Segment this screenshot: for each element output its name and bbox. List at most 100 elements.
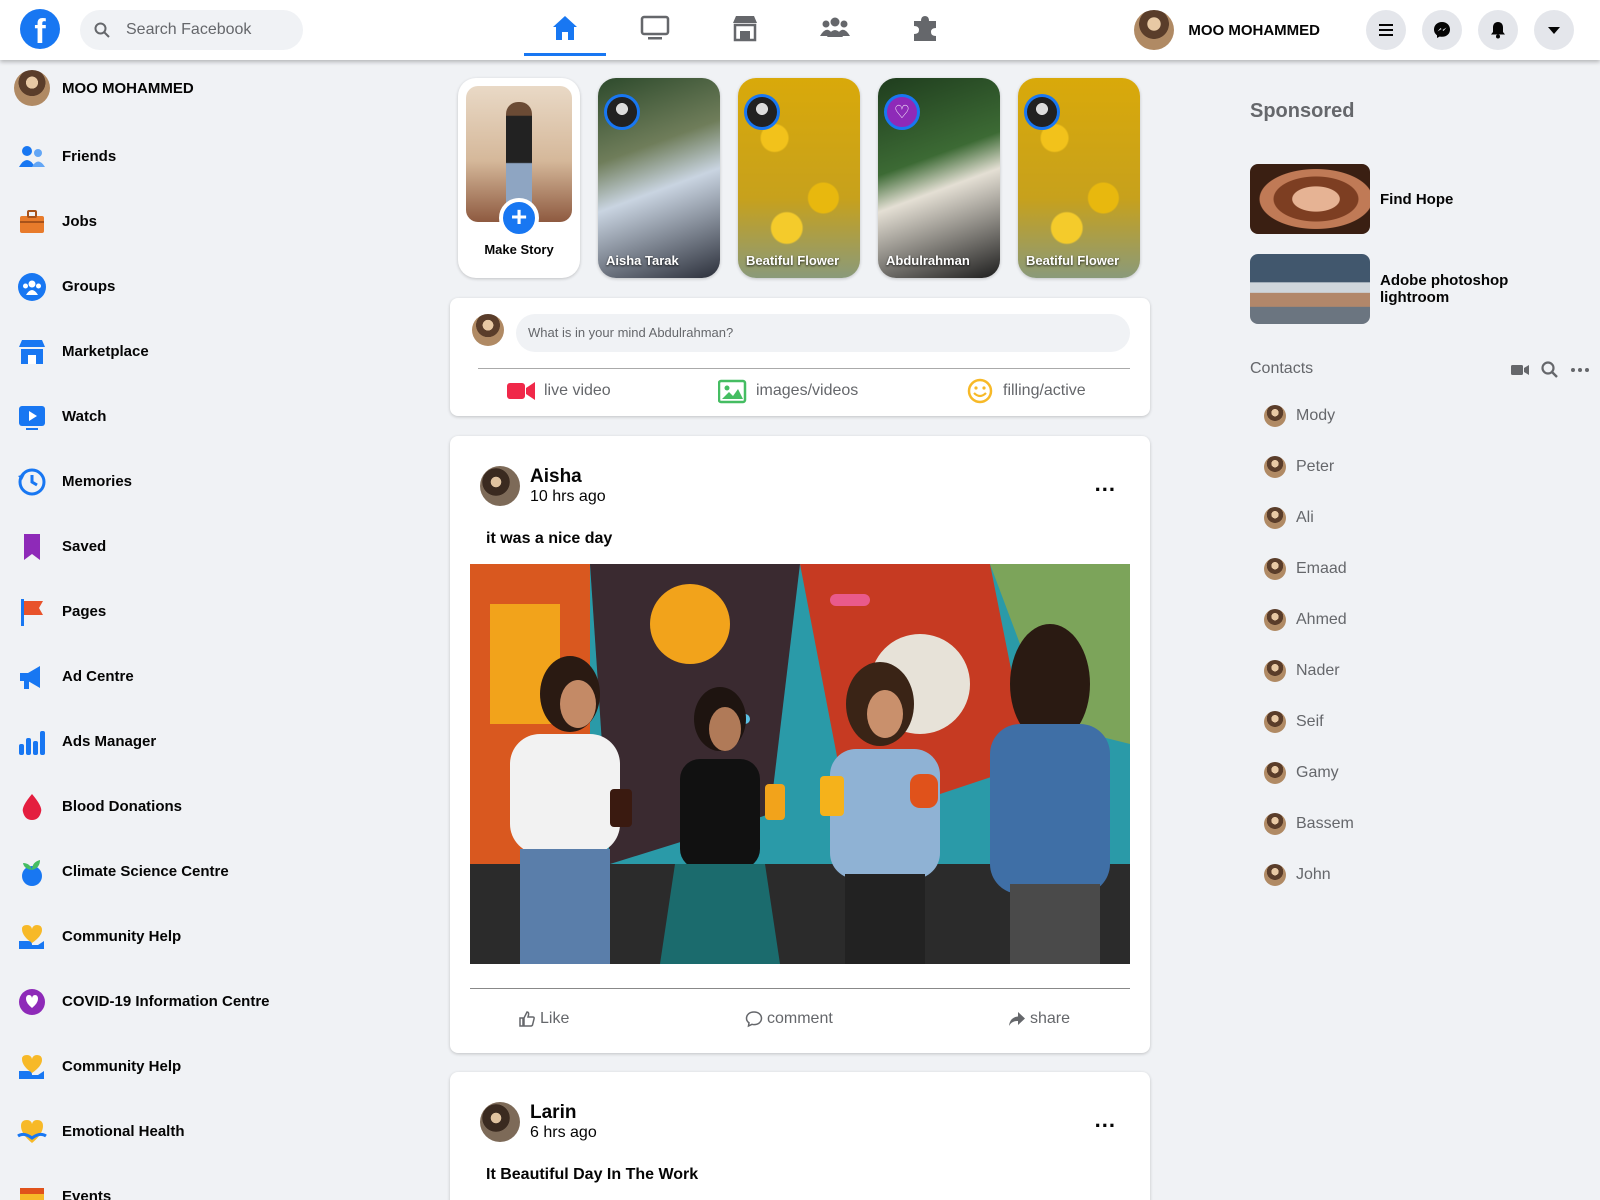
sidebar-item-covid-19-information-centre[interactable]: COVID-19 Information Centre: [16, 969, 270, 1034]
menu-icon: [1379, 24, 1393, 36]
feeling-activity-button[interactable]: filling/active: [965, 378, 1086, 404]
contacts-options-button[interactable]: [1570, 360, 1590, 380]
sidebar-item-community-help[interactable]: Community Help: [16, 1034, 270, 1099]
sidebar-item-blood-donations[interactable]: Blood Donations: [16, 774, 270, 839]
composer-actions: live video images/videos filling/active: [450, 378, 1150, 412]
post-card: Aisha 10 hrs ago ... it was a nice day L…: [450, 436, 1150, 1053]
avatar: [1264, 608, 1286, 631]
notifications-button[interactable]: [1478, 10, 1518, 50]
video-call-button[interactable]: [1510, 360, 1530, 380]
contact-item[interactable]: Ahmed: [1264, 594, 1354, 645]
profile-link[interactable]: MOO MOHAMMED: [1134, 10, 1320, 50]
sponsored-ad[interactable]: Adobe photoshop lightroom: [1250, 254, 1530, 324]
avatar: [1264, 863, 1286, 886]
like-button[interactable]: Like: [518, 1010, 569, 1028]
avatar[interactable]: [480, 1102, 520, 1142]
contact-item[interactable]: Ali: [1264, 492, 1354, 543]
store-icon: [733, 16, 757, 42]
plus-icon[interactable]: +: [499, 198, 539, 238]
sidebar-item-label: Memories: [62, 473, 133, 490]
bell-icon: [1491, 22, 1505, 39]
sidebar-item-community-help[interactable]: Community Help: [16, 904, 270, 969]
contacts-search-button[interactable]: [1540, 360, 1560, 380]
sidebar-item-events[interactable]: Events: [16, 1164, 270, 1200]
messenger-button[interactable]: [1422, 10, 1462, 50]
tab-groups[interactable]: [790, 0, 880, 56]
contact-item[interactable]: Nader: [1264, 645, 1354, 696]
emotional-health-icon: [17, 1119, 47, 1143]
contact-name: Gamy: [1296, 763, 1339, 781]
contacts-header: Contacts: [1250, 360, 1590, 378]
contacts-title: Contacts: [1250, 360, 1314, 377]
sidebar-item-memories[interactable]: Memories: [16, 449, 270, 514]
sidebar-profile-name: MOO MOHAMMED: [62, 79, 194, 97]
sidebar-profile[interactable]: MOO MOHAMMED: [14, 70, 194, 106]
contact-item[interactable]: Bassem: [1264, 798, 1354, 849]
sidebar-item-label: Groups: [62, 278, 116, 295]
images-videos-button[interactable]: images/videos: [718, 378, 858, 404]
sidebar-item-ad-centre[interactable]: Ad Centre: [16, 644, 270, 709]
sponsored-ad[interactable]: Find Hope: [1250, 164, 1530, 234]
covid-icon: [19, 988, 45, 1015]
more-options-icon[interactable]: ...: [1095, 473, 1116, 495]
story-card[interactable]: Aisha Tarak: [598, 78, 720, 278]
tab-home[interactable]: [520, 0, 610, 56]
sidebar-item-groups[interactable]: Groups: [16, 254, 270, 319]
contact-item[interactable]: Seif: [1264, 696, 1354, 747]
post-image[interactable]: [470, 564, 1130, 964]
tab-marketplace[interactable]: [700, 0, 790, 56]
composer-input[interactable]: What is in your mind Abdulrahman?: [516, 314, 1130, 352]
sidebar-item-ads-manager[interactable]: Ads Manager: [16, 709, 270, 774]
share-button[interactable]: share: [1008, 1010, 1070, 1028]
contact-name: Bassem: [1296, 814, 1354, 832]
divider: [478, 368, 1130, 369]
contact-item[interactable]: Peter: [1264, 441, 1354, 492]
sidebar-item-friends[interactable]: Friends: [16, 124, 270, 189]
search-input[interactable]: [126, 21, 286, 39]
contact-item[interactable]: Emaad: [1264, 543, 1354, 594]
memories-icon: [18, 468, 46, 495]
menu-button[interactable]: [1366, 10, 1406, 50]
contact-list: Mody Peter Ali Emaad Ahmed Nader Seif Gamy Basse…: [1264, 390, 1354, 900]
contact-item[interactable]: Gamy: [1264, 747, 1354, 798]
groups-icon: [18, 272, 46, 301]
sidebar-item-icon: [16, 791, 48, 823]
tab-watch[interactable]: [610, 0, 700, 56]
story-card[interactable]: Beatiful Flower: [738, 78, 860, 278]
tab-gaming[interactable]: [880, 0, 970, 56]
make-story-card[interactable]: + Make Story: [458, 78, 580, 278]
sidebar-item-pages[interactable]: Pages: [16, 579, 270, 644]
comment-button[interactable]: comment: [745, 1010, 833, 1028]
ad-image: [1250, 164, 1370, 234]
story-card[interactable]: ♡ Abdulrahman: [878, 78, 1000, 278]
sidebar-item-climate-science-centre[interactable]: Climate Science Centre: [16, 839, 270, 904]
sidebar-item-marketplace[interactable]: Marketplace: [16, 319, 270, 384]
sidebar-item-jobs[interactable]: Jobs: [16, 189, 270, 254]
contact-item[interactable]: Mody: [1264, 390, 1354, 441]
sidebar-item-icon: [16, 206, 48, 238]
post-photo: [470, 564, 1130, 964]
events-icon: [20, 1187, 44, 1200]
contact-name: Ali: [1296, 508, 1314, 526]
sidebar-item-emotional-health[interactable]: Emotional Health: [16, 1099, 270, 1164]
more-options-icon[interactable]: ...: [1095, 1109, 1116, 1131]
search-bar[interactable]: [80, 10, 303, 50]
post-author[interactable]: Aisha: [530, 466, 582, 488]
account-dropdown-button[interactable]: [1534, 10, 1574, 50]
avatar[interactable]: [480, 466, 520, 506]
sidebar-item-saved[interactable]: Saved: [16, 514, 270, 579]
facebook-logo-icon[interactable]: f: [20, 9, 60, 49]
post-author[interactable]: Larin: [530, 1102, 576, 1124]
avatar: [1264, 659, 1286, 682]
story-card[interactable]: Beatiful Flower: [1018, 78, 1140, 278]
smiley-icon: [967, 378, 993, 404]
chevron-down-icon: [1548, 27, 1560, 34]
post-text: it was a nice day: [486, 530, 613, 547]
community-help-icon: [19, 1054, 44, 1079]
sidebar-item-watch[interactable]: Watch: [16, 384, 270, 449]
top-right-controls: MOO MOHAMMED: [1134, 6, 1574, 54]
marketplace-icon: [19, 339, 45, 364]
live-video-button[interactable]: live video: [506, 378, 611, 404]
like-label: Like: [540, 1010, 570, 1027]
contact-item[interactable]: John: [1264, 849, 1354, 900]
